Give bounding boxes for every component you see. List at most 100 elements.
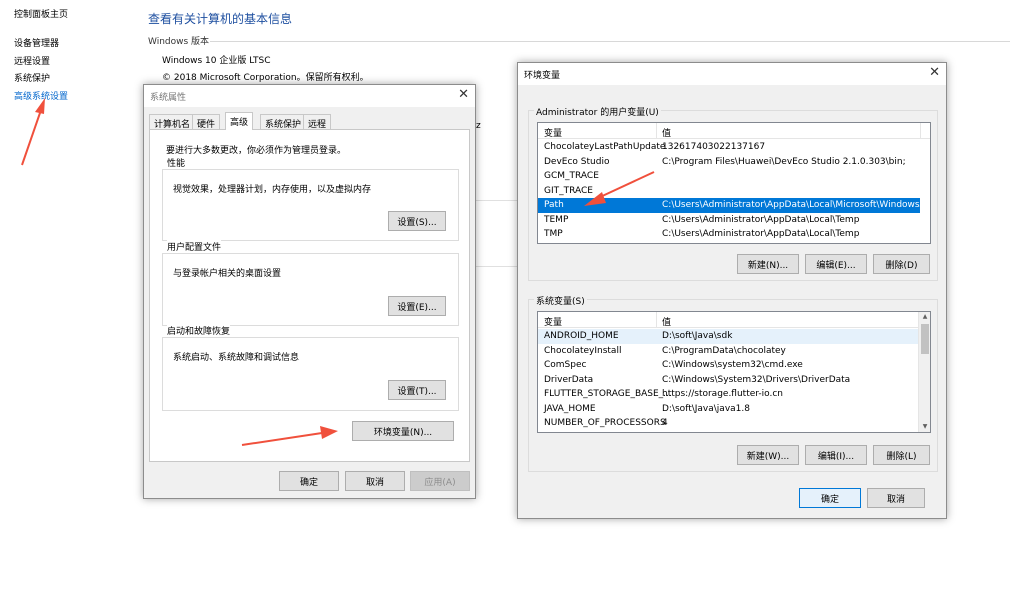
windows-edition-section: Windows 版本	[148, 37, 210, 47]
performance-settings-button[interactable]: 设置(S)...	[388, 211, 446, 231]
column-separator[interactable]	[656, 312, 657, 328]
column-separator[interactable]	[920, 123, 921, 139]
user-variables-list[interactable]: 变量 值 ChocolateyLastPathUpdate 1326174030…	[537, 122, 931, 244]
section-divider	[210, 41, 1010, 42]
startup-recovery-desc: 系统启动、系统故障和调试信息	[173, 353, 300, 363]
system-delete-button[interactable]: 删除(L)	[873, 445, 930, 465]
list-item[interactable]: GIT_TRACE	[538, 184, 920, 199]
title-bar: 系统属性 ✕	[144, 85, 475, 107]
variable-name: ChocolateyInstall	[544, 345, 622, 356]
list-item[interactable]: DriverData C:\Windows\System32\Drivers\D…	[538, 373, 920, 388]
column-header-value[interactable]: 值	[662, 315, 671, 328]
system-edit-button[interactable]: 编辑(I)...	[805, 445, 867, 465]
performance-label: 性能	[167, 156, 186, 169]
column-header-variable[interactable]: 变量	[544, 315, 562, 328]
column-header-value[interactable]: 值	[662, 126, 671, 139]
variable-value: https://storage.flutter-io.cn	[662, 389, 784, 399]
user-new-button[interactable]: 新建(N)...	[737, 254, 799, 274]
variable-value: C:\Users\Administrator\AppData\Local\Tem…	[662, 214, 860, 225]
control-panel-nav: 控制面板主页 设备管理器 远程设置 系统保护 高级系统设置	[14, 7, 134, 106]
variable-name: ComSpec	[544, 360, 587, 370]
variable-name: GCM_TRACE	[544, 171, 599, 181]
nav-advanced-system-settings[interactable]: 高级系统设置	[14, 89, 134, 107]
scroll-up-icon[interactable]: ▲	[919, 312, 930, 322]
variable-value: 132617403022137167	[662, 142, 766, 152]
list-item[interactable]: ChocolateyLastPathUpdate 132617403022137…	[538, 140, 920, 155]
advanced-tab-panel: 要进行大多数更改，你必须作为管理员登录。 性能 视觉效果，处理器计划，内存使用，…	[149, 129, 470, 462]
list-item[interactable]: FLUTTER_STORAGE_BASE_... https://storage…	[538, 387, 920, 402]
user-profiles-label: 用户配置文件	[167, 240, 222, 253]
ok-button[interactable]: 确定	[799, 488, 861, 508]
nav-device-manager[interactable]: 设备管理器	[14, 36, 134, 54]
nav-remote-settings[interactable]: 远程设置	[14, 54, 134, 72]
startup-recovery-group: 启动和故障恢复 系统启动、系统故障和调试信息 设置(T)...	[162, 324, 459, 411]
user-profiles-settings-button[interactable]: 设置(E)...	[388, 296, 446, 316]
tab-system-protection[interactable]: 系统保护	[260, 114, 307, 130]
nav-system-protection[interactable]: 系统保护	[14, 71, 134, 89]
user-variables-label: Administrator 的用户变量(U)	[534, 105, 661, 118]
variable-name: DriverData	[544, 374, 594, 385]
list-item-selected[interactable]: Path C:\Users\Administrator\AppData\Loca…	[538, 198, 930, 213]
list-header: 变量 值	[538, 312, 930, 328]
variable-value: D:\soft\Java\sdk	[662, 331, 733, 341]
variable-name: ANDROID_HOME	[544, 331, 619, 341]
list-item[interactable]: DevEco Studio C:\Program Files\Huawei\De…	[538, 155, 920, 170]
column-header-variable[interactable]: 变量	[544, 126, 562, 139]
variable-name: TMP	[544, 229, 563, 239]
title-bar: 环境变量 ✕	[518, 63, 946, 85]
startup-recovery-label: 启动和故障恢复	[167, 324, 231, 337]
system-properties-dialog: 系统属性 ✕ 计算机名 硬件 高级 系统保护 远程 要进行大多数更改，你必须作为…	[143, 84, 476, 499]
control-panel-home-link[interactable]: 控制面板主页	[14, 7, 134, 20]
variable-name: JAVA_HOME	[544, 403, 596, 414]
user-profiles-group: 用户配置文件 与登录帐户相关的桌面设置 设置(E)...	[162, 240, 459, 326]
apply-button[interactable]: 应用(A)	[410, 471, 470, 491]
divider-fragment	[476, 266, 520, 267]
user-edit-button[interactable]: 编辑(E)...	[805, 254, 867, 274]
variable-name: FLUTTER_STORAGE_BASE_...	[544, 389, 672, 399]
list-item[interactable]: GCM_TRACE	[538, 169, 920, 184]
ok-button[interactable]: 确定	[279, 471, 339, 491]
cancel-button[interactable]: 取消	[867, 488, 925, 508]
variable-value: D:\soft\Java\java1.8	[662, 403, 750, 414]
performance-desc: 视觉效果，处理器计划，内存使用，以及虚拟内存	[173, 185, 372, 195]
dialog-title: 系统属性	[150, 93, 187, 103]
user-profiles-desc: 与登录帐户相关的桌面设置	[173, 269, 282, 279]
truncated-text-fragment: z	[476, 121, 481, 131]
variable-value: C:\Windows\system32\cmd.exe	[662, 360, 803, 370]
system-variables-list[interactable]: 变量 值 ANDROID_HOME D:\soft\Java\sdk Choco…	[537, 311, 931, 433]
list-item[interactable]: TMP C:\Users\Administrator\AppData\Local…	[538, 227, 920, 242]
variable-value: C:\Users\Administrator\AppData\Local\Tem…	[662, 229, 860, 239]
variable-name: NUMBER_OF_PROCESSORS	[544, 418, 666, 428]
variable-value: C:\ProgramData\chocolatey	[662, 345, 786, 356]
close-icon[interactable]: ✕	[458, 87, 469, 102]
tab-hardware[interactable]: 硬件	[192, 114, 221, 130]
startup-recovery-settings-button[interactable]: 设置(T)...	[388, 380, 446, 400]
list-item[interactable]: JAVA_HOME D:\soft\Java\java1.8	[538, 402, 920, 417]
system-new-button[interactable]: 新建(W)...	[737, 445, 799, 465]
variable-value: C:\Program Files\Huawei\DevEco Studio 2.…	[662, 156, 906, 167]
list-item[interactable]: NUMBER_OF_PROCESSORS 4	[538, 416, 920, 431]
variable-name: DevEco Studio	[544, 156, 610, 167]
list-item[interactable]: ANDROID_HOME D:\soft\Java\sdk	[538, 329, 920, 344]
performance-group: 性能 视觉效果，处理器计划，内存使用，以及虚拟内存 设置(S)...	[162, 156, 459, 241]
list-item[interactable]: TEMP C:\Users\Administrator\AppData\Loca…	[538, 213, 920, 228]
scroll-down-icon[interactable]: ▼	[919, 422, 930, 432]
variable-name: ChocolateyLastPathUpdate	[544, 142, 666, 152]
divider-fragment	[476, 200, 520, 201]
vertical-scrollbar[interactable]: ▲ ▼	[918, 312, 930, 432]
variable-name: GIT_TRACE	[544, 185, 593, 196]
environment-variables-button[interactable]: 环境变量(N)...	[352, 421, 454, 441]
tab-computer-name[interactable]: 计算机名	[149, 114, 196, 130]
annotation-arrow-advanced-settings	[21, 98, 45, 166]
tab-advanced[interactable]: 高级	[225, 112, 254, 130]
scrollbar-thumb[interactable]	[921, 324, 929, 354]
user-delete-button[interactable]: 删除(D)	[873, 254, 930, 274]
tab-remote[interactable]: 远程	[303, 114, 332, 130]
list-item[interactable]: ComSpec C:\Windows\system32\cmd.exe	[538, 358, 920, 373]
close-icon[interactable]: ✕	[929, 65, 940, 80]
cancel-button[interactable]: 取消	[345, 471, 405, 491]
column-separator[interactable]	[656, 123, 657, 139]
list-item[interactable]: ChocolateyInstall C:\ProgramData\chocola…	[538, 344, 920, 359]
user-variables-group: Administrator 的用户变量(U) 变量 值 ChocolateyLa…	[528, 105, 938, 281]
variable-value: C:\Windows\System32\Drivers\DriverData	[662, 374, 851, 385]
